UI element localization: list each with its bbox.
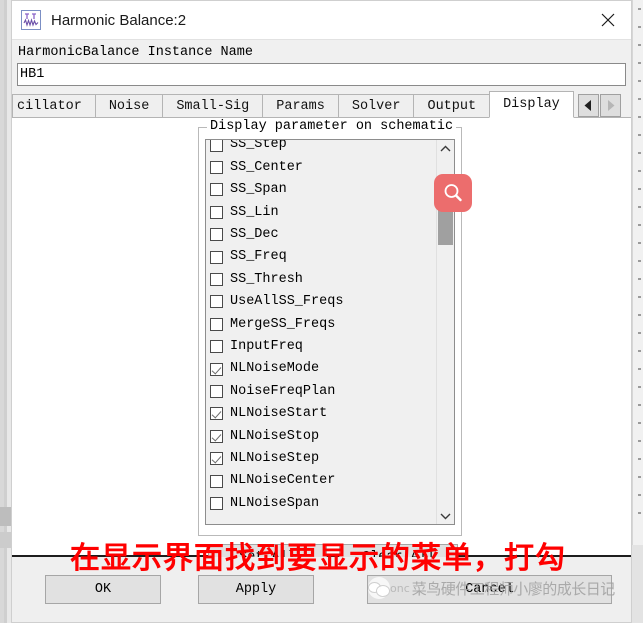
tab-solver[interactable]: Solver [337, 94, 415, 118]
display-parameter-group: Display parameter on schematic SS_Step S… [198, 119, 462, 536]
apply-button[interactable]: Apply [198, 575, 314, 604]
instance-name-input[interactable] [17, 63, 626, 86]
checkbox-ss-thresh[interactable] [210, 273, 223, 287]
list-item-label: UseAllSS_Freqs [230, 294, 344, 310]
backdrop-right-bottom-block [632, 545, 643, 623]
list-item-label: SS_Step [230, 140, 287, 153]
display-tab-page: Display parameter on schematic SS_Step S… [12, 117, 631, 570]
backdrop-left-accent-b [0, 532, 11, 548]
list-item[interactable]: NLNoiseStart [206, 403, 436, 425]
red-annotation-text: 在显示界面找到要显示的菜单，打勾 [70, 541, 566, 576]
window-title: Harmonic Balance:2 [51, 11, 187, 29]
list-item-label: NoiseFreqPlan [230, 383, 336, 399]
list-item[interactable]: SS_Step [206, 140, 436, 156]
checkbox-nlnoisemode[interactable] [210, 362, 223, 376]
instance-name-area: HarmonicBalance Instance Name [12, 39, 631, 91]
backdrop-left-strip [0, 0, 11, 623]
checkbox-inputfreq[interactable] [210, 340, 223, 354]
instance-name-label: HarmonicBalance Instance Name [18, 45, 253, 60]
chevron-up-icon[interactable] [437, 140, 454, 157]
list-item[interactable]: InputFreq [206, 336, 436, 358]
title-bar: Harmonic Balance:2 [12, 1, 631, 39]
close-icon[interactable] [585, 1, 631, 39]
list-item-label: SS_Center [230, 159, 303, 175]
list-item-label: NLNoiseMode [230, 361, 320, 377]
backdrop-right-dotted-pattern [638, 8, 641, 528]
list-item-label: SS_Dec [230, 227, 279, 242]
list-item-label: SS_Lin [230, 204, 279, 220]
list-item[interactable]: NoiseFreqPlan [206, 380, 436, 402]
list-item[interactable]: SS_Center [206, 156, 436, 178]
checkbox-nlnoisespan[interactable] [210, 496, 223, 510]
checkbox-useallss-freqs[interactable] [210, 295, 223, 309]
list-item-label: NLNoiseSpan [230, 495, 320, 511]
triangle-left-icon[interactable] [577, 94, 599, 117]
list-item-label: NLNoiseCenter [230, 473, 336, 489]
checkbox-nlnoisestep[interactable] [210, 452, 223, 466]
list-item[interactable]: SS_Lin [206, 201, 436, 223]
chevron-down-icon[interactable] [437, 507, 454, 524]
tab-noise[interactable]: Noise [94, 94, 164, 118]
harmonic-balance-dialog: Harmonic Balance:2 HarmonicBalance Insta… [11, 0, 632, 623]
checkbox-ss-step[interactable] [210, 140, 223, 152]
tab-output[interactable]: Output [413, 94, 491, 118]
tab-params[interactable]: Params [262, 94, 339, 118]
list-item-label: SS_Thresh [230, 271, 303, 287]
list-item-label: SS_Freq [230, 249, 287, 265]
parameter-list-items: SS_Step SS_Center SS_Span SS_Lin SS_Dec … [206, 140, 436, 524]
list-item-label: MergeSS_Freqs [230, 316, 336, 332]
checkbox-mergess-freqs[interactable] [210, 317, 223, 331]
magnifier-icon[interactable] [434, 174, 472, 212]
list-item-label: InputFreq [230, 338, 303, 354]
list-item[interactable]: SS_Dec [206, 224, 436, 246]
list-item-label: NLNoiseStart [230, 406, 328, 422]
tab-scroll-controls [577, 93, 621, 118]
checkbox-ss-freq[interactable] [210, 250, 223, 264]
list-item[interactable]: UseAllSS_Freqs [206, 291, 436, 313]
list-item[interactable]: NLNoiseMode [206, 358, 436, 380]
checkbox-ss-span[interactable] [210, 183, 223, 197]
list-item-label: SS_Span [230, 182, 287, 198]
tab-strip: cillator Noise Small-Sig Params Solver O… [12, 91, 631, 118]
tab-oscillator[interactable]: cillator [12, 94, 96, 118]
checkbox-ss-lin[interactable] [210, 205, 223, 219]
list-item[interactable]: SS_Thresh [206, 268, 436, 290]
backdrop-left-accent-a [0, 507, 11, 526]
checkbox-ss-dec[interactable] [210, 228, 223, 242]
harmonic-balance-icon [21, 10, 41, 30]
backdrop-right-strip [632, 0, 643, 623]
parameter-checkbox-list[interactable]: SS_Step SS_Center SS_Span SS_Lin SS_Dec … [205, 139, 455, 525]
cancel-button[interactable]: Cancel [367, 575, 612, 604]
checkbox-nlnoisestop[interactable] [210, 429, 223, 443]
list-item[interactable]: NLNoiseStop [206, 425, 436, 447]
list-item[interactable]: SS_Freq [206, 246, 436, 268]
list-item[interactable]: SS_Span [206, 179, 436, 201]
triangle-right-icon[interactable] [599, 94, 621, 117]
checkbox-noisefreqplan[interactable] [210, 384, 223, 398]
list-item-label: NLNoiseStep [230, 450, 320, 466]
list-item[interactable]: NLNoiseStep [206, 447, 436, 469]
checkbox-nlnoisecenter[interactable] [210, 474, 223, 488]
display-parameter-group-title: Display parameter on schematic [207, 119, 457, 134]
list-item[interactable]: MergeSS_Freqs [206, 313, 436, 335]
ok-button[interactable]: OK [45, 575, 161, 604]
tab-small-sig[interactable]: Small-Sig [162, 94, 264, 118]
checkbox-nlnoisestart[interactable] [210, 407, 223, 421]
list-item-label: NLNoiseStop [230, 428, 320, 444]
list-item[interactable]: NLNoiseSpan [206, 492, 436, 514]
tab-display[interactable]: Display [489, 91, 574, 118]
list-item[interactable]: NLNoiseCenter [206, 470, 436, 492]
checkbox-ss-center[interactable] [210, 161, 223, 175]
